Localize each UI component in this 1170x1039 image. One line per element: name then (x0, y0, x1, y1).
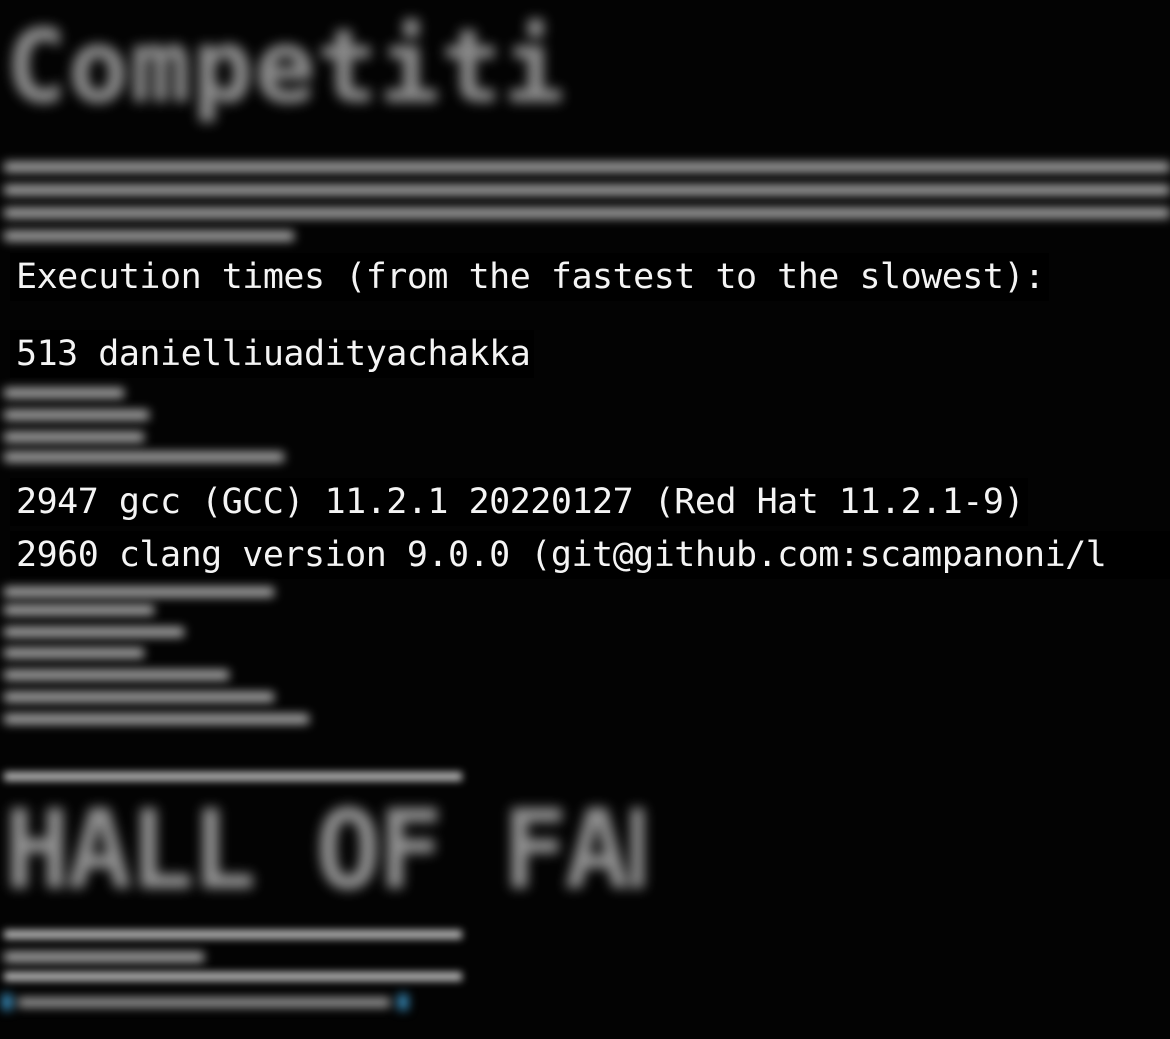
separator-rule-bottom (4, 972, 462, 981)
separator-rule-top (4, 772, 462, 781)
command-prompt[interactable] (0, 992, 420, 1014)
hall-of-fame-banner: HALL OF FAME (4, 790, 644, 910)
prompt-text (18, 998, 390, 1007)
competition-banner: Competition (6, 12, 566, 122)
blurred-hof-entry (4, 952, 204, 962)
result-row-gcc: 2947 gcc (GCC) 11.2.1 20220127 (Red Hat … (10, 478, 1029, 526)
result-row-winner: 513 danielliuadityachakka (10, 330, 535, 378)
prompt-bracket-right-icon (398, 994, 408, 1010)
result-row-clang: 2960 clang version 9.0.0 (git@github.com… (10, 531, 1170, 579)
separator-rule-middle (4, 930, 462, 939)
prompt-bracket-left-icon (2, 994, 12, 1010)
terminal-window[interactable]: Competition Execution times (from the fa… (0, 0, 1170, 1039)
execution-times-header: Execution times (from the fastest to the… (10, 253, 1049, 301)
